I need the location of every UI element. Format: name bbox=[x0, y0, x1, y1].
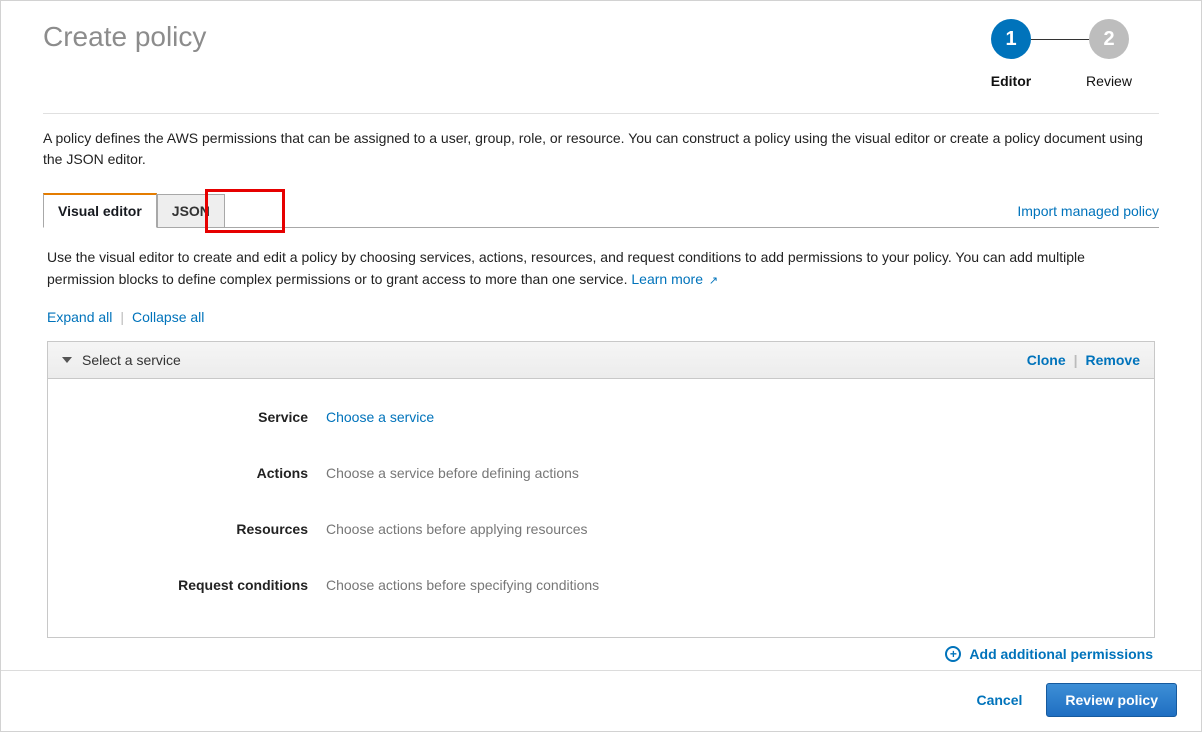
add-permission-row: + Add additional permissions bbox=[47, 646, 1155, 662]
panel-intro: Use the visual editor to create and edit… bbox=[47, 246, 1155, 291]
header-divider bbox=[43, 113, 1159, 114]
learn-more-text: Learn more bbox=[631, 271, 703, 287]
learn-more-link[interactable]: Learn more ↗ bbox=[631, 271, 718, 287]
collapse-all-link[interactable]: Collapse all bbox=[132, 309, 204, 325]
row-resources: Resources Choose actions before applying… bbox=[66, 501, 1136, 557]
tab-json[interactable]: JSON bbox=[157, 194, 225, 228]
review-policy-button[interactable]: Review policy bbox=[1046, 683, 1177, 717]
step-number-2: 2 bbox=[1089, 19, 1129, 59]
permission-block: Select a service Clone | Remove Service … bbox=[47, 341, 1155, 638]
cancel-button[interactable]: Cancel bbox=[968, 684, 1030, 716]
label-actions: Actions bbox=[66, 465, 326, 481]
add-additional-permissions-text: Add additional permissions bbox=[969, 646, 1153, 662]
label-conditions: Request conditions bbox=[66, 577, 326, 593]
expand-collapse-controls: Expand all | Collapse all bbox=[47, 309, 1155, 325]
permission-block-title: Select a service bbox=[82, 352, 181, 368]
caret-down-icon bbox=[62, 357, 72, 363]
step-editor[interactable]: 1 Editor bbox=[961, 19, 1061, 89]
remove-link[interactable]: Remove bbox=[1086, 352, 1140, 368]
header-row: Create policy 1 Editor 2 Review bbox=[43, 19, 1159, 89]
page-frame: Create policy 1 Editor 2 Review A policy… bbox=[0, 0, 1202, 732]
external-link-icon: ↗ bbox=[709, 275, 718, 287]
label-resources: Resources bbox=[66, 521, 326, 537]
clone-link[interactable]: Clone bbox=[1027, 352, 1066, 368]
plus-circle-icon: + bbox=[945, 646, 961, 662]
permission-block-body: Service Choose a service Actions Choose … bbox=[48, 379, 1154, 637]
wizard-stepper: 1 Editor 2 Review bbox=[961, 19, 1159, 89]
add-additional-permissions-link[interactable]: + Add additional permissions bbox=[945, 646, 1153, 662]
step-label-review: Review bbox=[1086, 73, 1132, 89]
permission-block-actions: Clone | Remove bbox=[1027, 352, 1140, 368]
row-actions: Actions Choose a service before defining… bbox=[66, 445, 1136, 501]
row-conditions: Request conditions Choose actions before… bbox=[66, 557, 1136, 613]
step-review[interactable]: 2 Review bbox=[1059, 19, 1159, 89]
visual-editor-panel: Use the visual editor to create and edit… bbox=[43, 228, 1159, 662]
value-actions: Choose a service before defining actions bbox=[326, 465, 579, 481]
value-conditions: Choose actions before specifying conditi… bbox=[326, 577, 599, 593]
tab-bar: Visual editor JSON Import managed policy bbox=[43, 192, 1159, 228]
separator: | bbox=[1074, 352, 1078, 368]
permission-block-header[interactable]: Select a service Clone | Remove bbox=[48, 342, 1154, 379]
step-label-editor: Editor bbox=[991, 73, 1031, 89]
page-title: Create policy bbox=[43, 21, 206, 53]
tab-visual-editor[interactable]: Visual editor bbox=[43, 193, 157, 228]
expand-all-link[interactable]: Expand all bbox=[47, 309, 112, 325]
step-number-1: 1 bbox=[991, 19, 1031, 59]
value-resources: Choose actions before applying resources bbox=[326, 521, 588, 537]
separator: | bbox=[120, 309, 124, 325]
panel-intro-text: Use the visual editor to create and edit… bbox=[47, 249, 1085, 287]
row-service: Service Choose a service bbox=[66, 389, 1136, 445]
choose-service-link[interactable]: Choose a service bbox=[326, 409, 434, 425]
label-service: Service bbox=[66, 409, 326, 425]
policy-description: A policy defines the AWS permissions tha… bbox=[43, 128, 1159, 170]
import-managed-policy-link[interactable]: Import managed policy bbox=[1017, 203, 1159, 227]
page-inner: Create policy 1 Editor 2 Review A policy… bbox=[1, 1, 1201, 670]
